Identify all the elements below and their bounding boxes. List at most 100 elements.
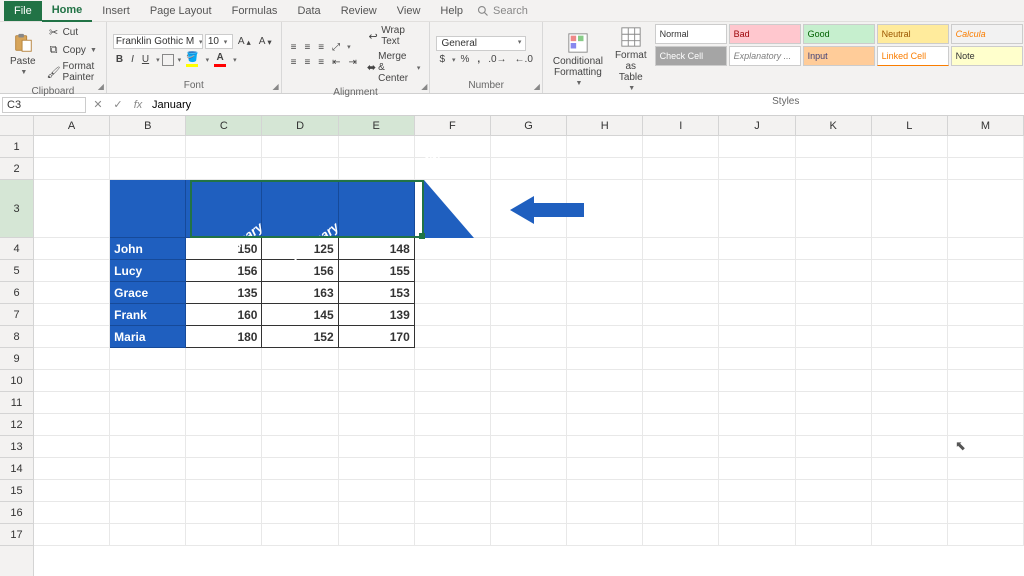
cell-J2[interactable] (719, 158, 795, 180)
cell-I10[interactable] (643, 370, 719, 392)
col-header-A[interactable]: A (34, 116, 110, 135)
row-header-14[interactable]: 14 (0, 458, 33, 480)
cell-B5[interactable]: Lucy (110, 260, 186, 282)
wrap-text-button[interactable]: ↩Wrap Text (364, 24, 424, 48)
cell-J17[interactable] (719, 524, 795, 546)
col-header-C[interactable]: C (186, 116, 262, 135)
conditional-formatting-button[interactable]: Conditional Formatting▼ (549, 24, 607, 94)
underline-button[interactable]: U (139, 53, 152, 66)
cell-L2[interactable] (872, 158, 948, 180)
align-top-button[interactable]: ≡ (288, 41, 300, 54)
style-calculation[interactable]: Calcula (951, 24, 1023, 44)
cell-E17[interactable] (339, 524, 415, 546)
font-name-select[interactable]: Franklin Gothic M ▾ (113, 34, 203, 49)
style-bad[interactable]: Bad (729, 24, 801, 44)
cell-D1[interactable] (262, 136, 338, 158)
cell-F8[interactable] (415, 326, 491, 348)
cell-K11[interactable] (796, 392, 872, 414)
cell-H5[interactable] (567, 260, 643, 282)
cell-H12[interactable] (567, 414, 643, 436)
align-bottom-button[interactable]: ≡ (315, 41, 327, 54)
cell-B4[interactable]: John (110, 238, 186, 260)
bold-button[interactable]: B (113, 53, 126, 66)
cell-H2[interactable] (567, 158, 643, 180)
cell-B16[interactable] (110, 502, 186, 524)
tab-formulas[interactable]: Formulas (222, 1, 288, 21)
cell-E12[interactable] (339, 414, 415, 436)
cell-G1[interactable] (491, 136, 567, 158)
cell-K16[interactable] (796, 502, 872, 524)
cell-A15[interactable] (34, 480, 110, 502)
comma-format-button[interactable]: , (474, 53, 483, 66)
tab-help[interactable]: Help (430, 1, 473, 21)
align-center-button[interactable]: ≡ (301, 56, 313, 69)
cell-C2[interactable] (186, 158, 262, 180)
cell-G15[interactable] (491, 480, 567, 502)
cell-L17[interactable] (872, 524, 948, 546)
cell-B8[interactable]: Maria (110, 326, 186, 348)
cell-E4[interactable]: 148 (339, 238, 415, 260)
cell-D16[interactable] (262, 502, 338, 524)
cell-B13[interactable] (110, 436, 186, 458)
cell-H9[interactable] (567, 348, 643, 370)
cell-D8[interactable]: 152 (262, 326, 338, 348)
cell-L1[interactable] (872, 136, 948, 158)
cell-B1[interactable] (110, 136, 186, 158)
cell-E14[interactable] (339, 458, 415, 480)
cell-K8[interactable] (796, 326, 872, 348)
cell-I17[interactable] (643, 524, 719, 546)
col-header-B[interactable]: B (110, 116, 186, 135)
cell-G4[interactable] (491, 238, 567, 260)
row-header-11[interactable]: 11 (0, 392, 33, 414)
format-painter-button[interactable]: 🖌Format Painter (44, 60, 100, 84)
cell-A4[interactable] (34, 238, 110, 260)
cell-M2[interactable] (948, 158, 1024, 180)
cell-H8[interactable] (567, 326, 643, 348)
tab-home[interactable]: Home (42, 0, 93, 22)
cell-E5[interactable]: 155 (339, 260, 415, 282)
row-header-12[interactable]: 12 (0, 414, 33, 436)
cell-M1[interactable] (948, 136, 1024, 158)
cell-K14[interactable] (796, 458, 872, 480)
tab-page-layout[interactable]: Page Layout (140, 1, 222, 21)
cell-H11[interactable] (567, 392, 643, 414)
cell-D2[interactable] (262, 158, 338, 180)
cell-G10[interactable] (491, 370, 567, 392)
cell-D9[interactable] (262, 348, 338, 370)
cell-F5[interactable] (415, 260, 491, 282)
cell-H13[interactable] (567, 436, 643, 458)
align-middle-button[interactable]: ≡ (301, 41, 313, 54)
cell-B10[interactable] (110, 370, 186, 392)
cell-G2[interactable] (491, 158, 567, 180)
style-input[interactable]: Input (803, 46, 875, 66)
cell-A7[interactable] (34, 304, 110, 326)
worksheet-grid[interactable]: 1 2 3 4 5 6 7 8 9 10 11 12 13 14 15 16 1… (0, 116, 1024, 576)
cell-I7[interactable] (643, 304, 719, 326)
cell-G12[interactable] (491, 414, 567, 436)
cell-I8[interactable] (643, 326, 719, 348)
cell-J9[interactable] (719, 348, 795, 370)
cell-J1[interactable] (719, 136, 795, 158)
cell-H10[interactable] (567, 370, 643, 392)
col-header-L[interactable]: L (872, 116, 948, 135)
cell-A11[interactable] (34, 392, 110, 414)
cell-M15[interactable] (948, 480, 1024, 502)
cell-K7[interactable] (796, 304, 872, 326)
cell-F4[interactable] (415, 238, 491, 260)
cell-B3[interactable] (110, 180, 186, 238)
cell-C11[interactable] (186, 392, 262, 414)
borders-button[interactable] (162, 54, 174, 66)
cell-J4[interactable] (719, 238, 795, 260)
cell-B15[interactable] (110, 480, 186, 502)
row-header-1[interactable]: 1 (0, 136, 33, 158)
cell-C8[interactable]: 180 (186, 326, 262, 348)
tab-file[interactable]: File (4, 1, 42, 21)
number-format-select[interactable]: General ▾ (436, 36, 526, 51)
font-dialog-launcher[interactable]: ◢ (272, 82, 278, 91)
cell-I4[interactable] (643, 238, 719, 260)
cell-I12[interactable] (643, 414, 719, 436)
orientation-button[interactable]: ⤢ (329, 41, 343, 54)
cell-E8[interactable]: 170 (339, 326, 415, 348)
cell-L16[interactable] (872, 502, 948, 524)
cell-styles-gallery[interactable]: Normal Bad Good Neutral Calcula Check Ce… (655, 24, 1023, 94)
